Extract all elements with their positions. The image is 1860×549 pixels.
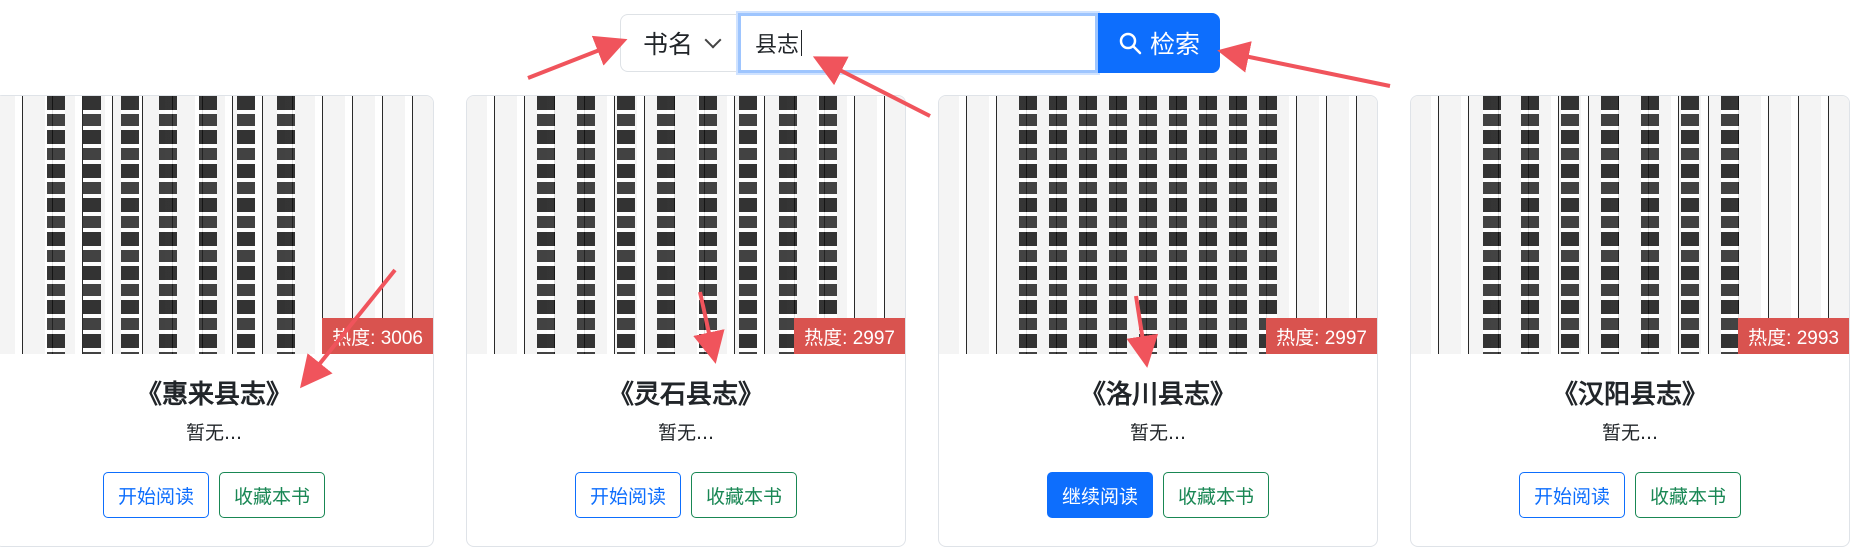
- book-title: 《灵石县志》: [607, 380, 764, 410]
- book-title: 《汉阳县志》: [1551, 380, 1708, 410]
- heat-badge: 热度: 2997: [1266, 318, 1377, 354]
- annotation-arrow: [527, 35, 628, 80]
- favorite-book-button[interactable]: 收藏本书: [219, 472, 326, 518]
- favorite-book-button[interactable]: 收藏本书: [1163, 472, 1270, 518]
- text-caret: [801, 30, 803, 56]
- favorite-book-button[interactable]: 收藏本书: [1635, 472, 1742, 518]
- book-cover-image[interactable]: 热度: 3006: [0, 96, 433, 354]
- book-description: 暂无...: [1129, 422, 1187, 444]
- book-actions: 开始阅读 收藏本书: [467, 472, 905, 518]
- book-card: 热度: 2993 《汉阳县志》 暂无... 开始阅读 收藏本书: [1410, 95, 1850, 547]
- book-title: 《惠来县志》: [135, 380, 292, 410]
- start-reading-button[interactable]: 开始阅读: [102, 472, 209, 518]
- book-description: 暂无...: [657, 422, 715, 444]
- annotation-arrow: [1217, 41, 1391, 88]
- book-cover-image[interactable]: 热度: 2997: [939, 96, 1377, 354]
- heat-badge: 热度: 3006: [322, 318, 433, 354]
- search-button[interactable]: 检索: [1098, 13, 1220, 73]
- search-field-select[interactable]: 书名: [620, 14, 738, 72]
- book-cover-image[interactable]: 热度: 2997: [467, 96, 905, 354]
- book-card: 热度: 2997 《洛川县志》 暂无... 继续阅读 收藏本书: [938, 95, 1378, 547]
- start-reading-button[interactable]: 开始阅读: [1518, 472, 1625, 518]
- start-reading-button[interactable]: 开始阅读: [574, 472, 681, 518]
- chevron-down-icon: [704, 31, 722, 49]
- search-button-label: 检索: [1149, 30, 1200, 59]
- favorite-book-button[interactable]: 收藏本书: [691, 472, 798, 518]
- book-cover-image[interactable]: 热度: 2993: [1411, 96, 1849, 354]
- book-card: 热度: 2997 《灵石县志》 暂无... 开始阅读 收藏本书: [466, 95, 906, 547]
- heat-badge: 热度: 2993: [1738, 318, 1849, 354]
- continue-reading-button[interactable]: 继续阅读: [1046, 472, 1153, 518]
- book-title: 《洛川县志》: [1079, 380, 1236, 410]
- book-description: 暂无...: [185, 422, 243, 444]
- book-card: 热度: 3006 《惠来县志》 暂无... 开始阅读 收藏本书: [0, 95, 434, 547]
- book-actions: 开始阅读 收藏本书: [0, 472, 433, 518]
- search-icon: [1119, 32, 1142, 55]
- search-field-select-label: 书名: [643, 30, 694, 59]
- search-bar: 书名 县志 检索: [620, 13, 1220, 74]
- book-actions: 开始阅读 收藏本书: [1411, 472, 1849, 518]
- book-description: 暂无...: [1601, 422, 1659, 444]
- book-actions: 继续阅读 收藏本书: [939, 472, 1377, 518]
- heat-badge: 热度: 2997: [794, 318, 905, 354]
- search-input[interactable]: 县志: [738, 13, 1098, 73]
- search-input-value: 县志: [755, 33, 800, 58]
